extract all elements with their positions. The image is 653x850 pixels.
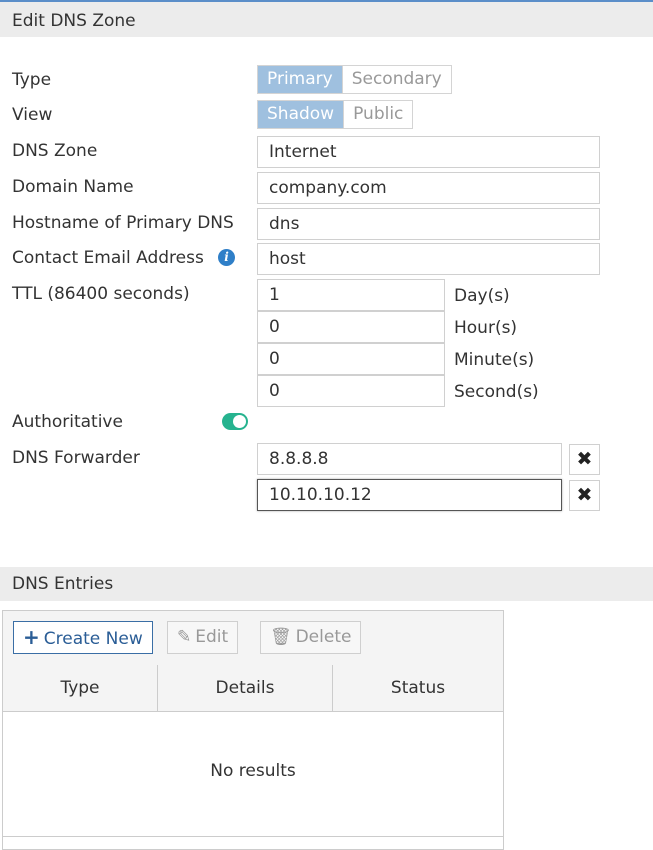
ttl-hours-unit: Hour(s) xyxy=(454,318,518,338)
ttl-days-unit: Day(s) xyxy=(454,286,510,306)
page-title: Edit DNS Zone xyxy=(12,11,136,31)
authoritative-toggle[interactable] xyxy=(222,413,248,430)
type-label: Type xyxy=(12,70,52,90)
ttl-label: TTL (86400 seconds) xyxy=(12,284,190,304)
ttl-seconds-input[interactable]: 0 xyxy=(257,375,445,407)
type-segmented-control: Primary Secondary xyxy=(257,65,452,94)
empty-results-text: No results xyxy=(210,761,296,781)
dns-entries-toolbar: + Create New ✎ Edit 🗑 Delete xyxy=(3,611,503,666)
type-option-primary[interactable]: Primary xyxy=(258,66,342,93)
authoritative-label: Authoritative xyxy=(12,412,123,432)
domain-name-input[interactable]: company.com xyxy=(257,172,600,204)
delete-label: Delete xyxy=(295,627,352,647)
table-footer-divider xyxy=(3,836,503,837)
close-icon: ✖ xyxy=(576,448,593,470)
info-icon[interactable]: i xyxy=(218,249,235,266)
dns-entries-title: DNS Entries xyxy=(12,574,114,594)
column-header-type[interactable]: Type xyxy=(3,665,158,711)
delete-button[interactable]: 🗑 Delete xyxy=(260,621,362,654)
dns-entries-table-panel: + Create New ✎ Edit 🗑 Delete Type Details S… xyxy=(2,610,504,850)
ttl-minutes-unit: Minute(s) xyxy=(454,350,535,370)
column-header-status[interactable]: Status xyxy=(333,665,503,711)
page-header: Edit DNS Zone xyxy=(0,2,653,37)
dns-zone-label: DNS Zone xyxy=(12,141,98,161)
pencil-icon: ✎ xyxy=(177,627,192,647)
trash-icon: 🗑 xyxy=(270,627,292,647)
column-header-details[interactable]: Details xyxy=(158,665,333,711)
primary-dns-input[interactable]: dns xyxy=(257,208,600,240)
close-icon: ✖ xyxy=(576,484,593,506)
view-option-public[interactable]: Public xyxy=(343,101,413,128)
dns-forwarder-input-2[interactable]: 10.10.10.12 xyxy=(257,479,562,511)
primary-dns-label: Hostname of Primary DNS xyxy=(12,213,234,233)
dns-forwarder-input-1[interactable]: 8.8.8.8 xyxy=(257,443,562,475)
domain-name-label: Domain Name xyxy=(12,177,134,197)
view-segmented-control: Shadow Public xyxy=(257,100,414,129)
create-new-button[interactable]: + Create New xyxy=(13,621,153,654)
dns-zone-input[interactable]: Internet xyxy=(257,136,600,168)
remove-forwarder-1-button[interactable]: ✖ xyxy=(569,444,600,475)
table-header: Type Details Status xyxy=(3,665,503,712)
plus-icon: + xyxy=(23,625,40,649)
create-new-label: Create New xyxy=(43,629,143,649)
edit-button[interactable]: ✎ Edit xyxy=(167,621,239,654)
type-option-secondary[interactable]: Secondary xyxy=(341,66,451,93)
contact-email-input[interactable]: host xyxy=(257,243,600,275)
ttl-days-input[interactable]: 1 xyxy=(257,279,445,311)
contact-email-label: Contact Email Address xyxy=(12,248,204,268)
ttl-seconds-unit: Second(s) xyxy=(454,382,539,402)
toggle-knob xyxy=(233,415,246,428)
dns-forwarder-label: DNS Forwarder xyxy=(12,448,140,468)
remove-forwarder-2-button[interactable]: ✖ xyxy=(569,480,600,511)
dns-entries-section-header: DNS Entries xyxy=(0,567,653,601)
view-option-shadow[interactable]: Shadow xyxy=(258,101,344,128)
edit-label: Edit xyxy=(195,627,229,647)
ttl-minutes-input[interactable]: 0 xyxy=(257,343,445,375)
view-label: View xyxy=(12,105,53,125)
ttl-hours-input[interactable]: 0 xyxy=(257,311,445,343)
